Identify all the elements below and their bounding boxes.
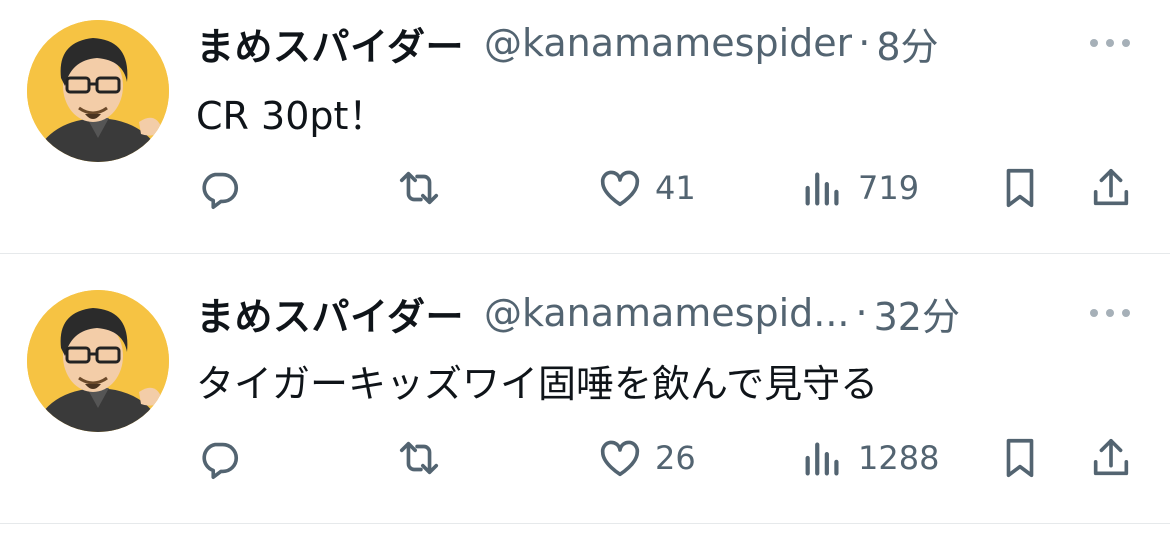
like-button[interactable]: 41 [597, 163, 696, 213]
share-button[interactable] [1088, 163, 1134, 213]
avatar-illustration [27, 20, 169, 162]
tweet-text: CR 30pt！ [196, 94, 387, 138]
tweet-header: まめスパイダー @kanamamespid... · 32分 [196, 286, 1075, 341]
display-name[interactable]: まめスパイダー [196, 286, 464, 341]
bookmark-icon [1006, 168, 1034, 208]
views-icon [805, 172, 839, 206]
reply-icon [202, 442, 239, 479]
like-count: 41 [655, 169, 696, 207]
bookmark-icon [1006, 438, 1034, 478]
user-handle[interactable]: @kanamamespider [484, 21, 852, 65]
share-icon [1093, 438, 1129, 476]
heart-icon [600, 440, 640, 477]
user-handle[interactable]: @kanamamespid... [484, 291, 850, 335]
views-button[interactable]: 1288 [800, 433, 939, 483]
reply-button[interactable] [196, 433, 242, 483]
action-bar: 41 719 [0, 163, 1170, 213]
share-icon [1093, 168, 1129, 206]
avatar[interactable] [27, 20, 169, 162]
more-icon[interactable] [1090, 298, 1130, 328]
share-button[interactable] [1088, 433, 1134, 483]
tweet-header: まめスパイダー @kanamamespider · 8分 [196, 16, 1075, 71]
like-button[interactable]: 26 [597, 433, 696, 483]
action-bar: 26 1288 [0, 433, 1170, 483]
tweet-text: タイガーキッズワイ固唾を飲んで見守る [196, 362, 879, 406]
view-count: 719 [858, 169, 920, 207]
views-button[interactable]: 719 [800, 163, 919, 213]
retweet-icon [399, 441, 439, 475]
tweet[interactable]: まめスパイダー @kanamamespider · 8分 CR 30pt！ 41… [0, 0, 1170, 254]
retweet-button[interactable] [396, 163, 442, 213]
views-icon [805, 442, 839, 476]
timestamp[interactable]: 32分 [874, 286, 960, 341]
avatar[interactable] [27, 290, 169, 432]
retweet-icon [399, 171, 439, 205]
bookmark-button[interactable] [997, 433, 1043, 483]
separator-dot: · [855, 291, 868, 335]
bookmark-button[interactable] [997, 163, 1043, 213]
retweet-button[interactable] [396, 433, 442, 483]
avatar-illustration [27, 290, 169, 432]
tweet[interactable]: まめスパイダー @kanamamespid... · 32分 タイガーキッズワイ… [0, 254, 1170, 524]
like-count: 26 [655, 439, 696, 477]
tweet-feed: まめスパイダー @kanamamespider · 8分 CR 30pt！ 41… [0, 0, 1170, 539]
reply-button[interactable] [196, 163, 242, 213]
heart-icon [600, 170, 640, 207]
reply-icon [202, 172, 239, 209]
more-icon[interactable] [1090, 28, 1130, 58]
display-name[interactable]: まめスパイダー [196, 16, 464, 71]
view-count: 1288 [858, 439, 940, 477]
separator-dot: · [858, 21, 871, 65]
timestamp[interactable]: 8分 [876, 16, 938, 71]
